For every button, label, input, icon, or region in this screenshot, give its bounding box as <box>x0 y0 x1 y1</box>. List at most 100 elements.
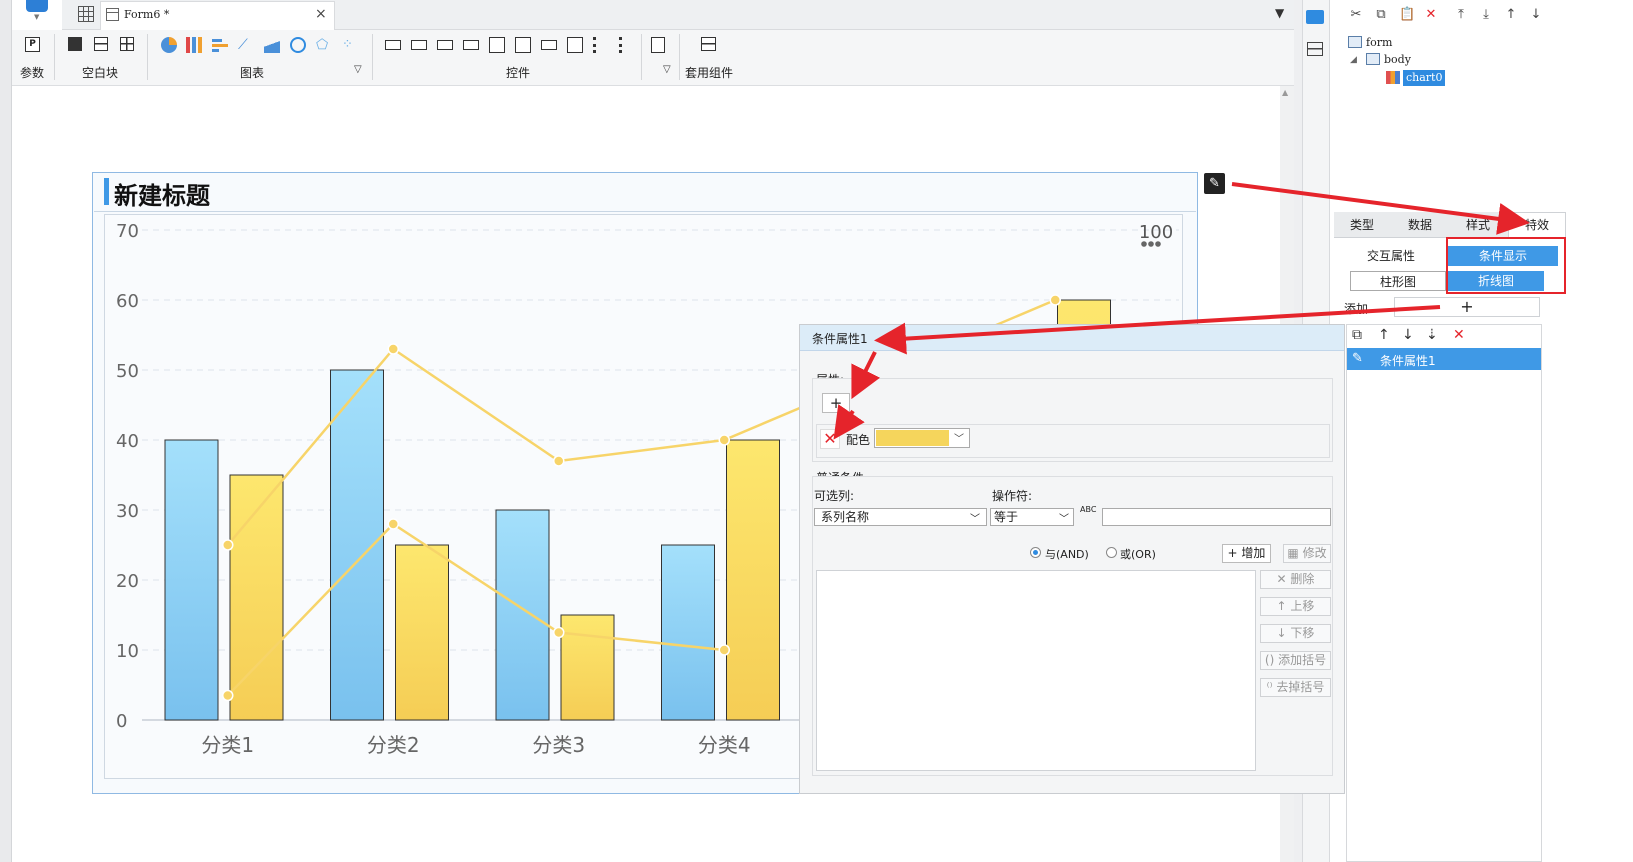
move-up-icon[interactable]: ↑ <box>1378 327 1390 343</box>
button-widget-icon[interactable] <box>385 40 401 50</box>
tree-item-body[interactable]: body <box>1384 53 1411 66</box>
toolbar-divider <box>54 34 55 80</box>
remove-parentheses-button[interactable]: ⁽⁾ 去掉括号 <box>1260 678 1331 697</box>
add-button[interactable]: + 增加 <box>1222 544 1271 563</box>
sort-icon[interactable]: ⇣ <box>1426 327 1438 343</box>
edit-button[interactable]: ▦ 修改 <box>1283 544 1331 563</box>
formula-icon[interactable]: ABC <box>1080 505 1096 514</box>
blank-block-icon[interactable] <box>68 37 82 51</box>
add-property-button[interactable]: + <box>822 393 850 413</box>
condition-list-toolbar <box>1346 324 1542 348</box>
pie-chart-icon[interactable] <box>161 37 177 53</box>
toolbar-group-blank-block: 空白块 <box>82 66 119 80</box>
edit-button-label: 修改 <box>1302 546 1327 560</box>
search-widget-icon[interactable] <box>651 37 665 53</box>
move-down-icon[interactable]: ↓ <box>1529 8 1543 22</box>
tree-item-form[interactable]: form <box>1366 36 1392 49</box>
toolbar-divider <box>147 34 148 80</box>
tab-effects[interactable]: 特效 <box>1525 216 1549 233</box>
gauge-chart-icon[interactable] <box>290 37 306 53</box>
form-node-icon <box>1348 36 1362 48</box>
chevron-down-icon[interactable]: ▼ <box>34 13 39 21</box>
line-point <box>222 539 234 551</box>
multiline-widget-icon[interactable] <box>489 37 505 53</box>
radio-group-icon[interactable] <box>593 37 609 53</box>
add-parentheses-button[interactable]: () 添加括号 <box>1260 651 1331 670</box>
chevron-down-icon[interactable]: ▽ <box>663 64 671 75</box>
date-widget-icon[interactable] <box>515 37 531 53</box>
chevron-down-icon[interactable]: ﹀ <box>954 430 964 445</box>
bar-series-button[interactable]: 柱形图 <box>1350 271 1446 291</box>
tree-item-chart0[interactable]: chart0 <box>1403 70 1446 86</box>
scatter-chart-icon[interactable]: ⁘ <box>342 37 358 53</box>
line-point <box>387 343 399 355</box>
cut-icon[interactable]: ✂ <box>1349 8 1363 22</box>
grid-icon[interactable] <box>78 6 94 22</box>
caret-down-icon[interactable]: ◢ <box>1350 55 1357 65</box>
delete-property-icon[interactable]: ✕ <box>820 429 840 449</box>
y-tick-label: 0 <box>116 711 127 732</box>
chart-node-icon <box>1386 71 1400 84</box>
edit-icon[interactable]: ✎ <box>1204 173 1225 194</box>
tab-type[interactable]: 类型 <box>1350 216 1374 233</box>
radar-chart-icon[interactable]: ⬠ <box>316 37 332 53</box>
tab-style[interactable]: 样式 <box>1466 216 1490 233</box>
move-up-button[interactable]: ↑ 上移 <box>1260 597 1331 616</box>
move-down-button[interactable]: ↓ 下移 <box>1260 624 1331 643</box>
close-icon[interactable]: × <box>315 6 327 22</box>
toolbar-group-components: 套用组件 <box>685 66 734 80</box>
list-widget-icon[interactable] <box>567 37 583 53</box>
column-label: 可选列: <box>814 489 855 503</box>
bar <box>164 439 219 721</box>
paste-icon[interactable]: 📋 <box>1399 8 1415 22</box>
layout-icon[interactable] <box>1307 42 1323 56</box>
line-point <box>1049 294 1061 306</box>
horizontal-bar-icon[interactable] <box>212 37 228 53</box>
remove-parentheses-label: 去掉括号 <box>1276 680 1325 694</box>
bar <box>495 509 550 721</box>
tab-data[interactable]: 数据 <box>1408 216 1432 233</box>
or-radio[interactable] <box>1106 547 1117 558</box>
y-tick-label: 70 <box>116 221 139 242</box>
delete-icon[interactable]: ✕ <box>1453 327 1465 343</box>
scroll-up-icon[interactable]: ▲ <box>1282 88 1288 97</box>
text-widget-icon[interactable] <box>437 40 453 50</box>
component-icon[interactable] <box>701 37 716 51</box>
or-radio-label: 或(OR) <box>1120 548 1156 561</box>
chevron-down-icon[interactable]: ﹀ <box>970 510 980 525</box>
split-block-icon[interactable] <box>94 37 108 51</box>
toolbar-divider <box>372 34 373 80</box>
move-up-icon[interactable]: ↑ <box>1504 8 1518 22</box>
number-widget-icon[interactable] <box>541 40 557 50</box>
add-button-label: 增加 <box>1241 546 1266 560</box>
checkbox-group-icon[interactable] <box>619 37 635 53</box>
widget-settings-icon[interactable] <box>1306 10 1324 24</box>
body-node-icon <box>1366 53 1380 65</box>
area-chart-icon[interactable] <box>264 37 280 53</box>
move-bottom-icon[interactable]: ⤓ <box>1479 8 1493 22</box>
y-tick-label: 30 <box>116 501 139 522</box>
tab-block-icon[interactable] <box>120 37 134 51</box>
label-widget-icon[interactable] <box>411 40 427 50</box>
chevron-down-icon[interactable]: ﹀ <box>1059 510 1069 525</box>
interaction-properties-button[interactable]: 交互属性 <box>1336 246 1446 266</box>
delete-icon[interactable]: ✕ <box>1424 8 1438 22</box>
parameter-icon[interactable]: P <box>25 37 40 52</box>
condition-expression-list[interactable] <box>816 570 1256 771</box>
bar-chart-icon[interactable] <box>186 37 202 53</box>
line-chart-icon[interactable]: ⟋ <box>238 37 254 53</box>
add-condition-button[interactable]: + <box>1394 297 1540 317</box>
chevron-down-icon[interactable]: ▽ <box>354 64 362 75</box>
move-down-icon[interactable]: ↓ <box>1402 327 1414 343</box>
delete-button[interactable]: ✕ 删除 <box>1260 570 1331 589</box>
list-item[interactable] <box>1347 348 1541 370</box>
move-top-icon[interactable]: ⤒ <box>1454 8 1468 22</box>
copy-icon[interactable]: ⧉ <box>1352 327 1362 343</box>
tab-menu-icon[interactable]: ▼ <box>1275 6 1284 20</box>
dropdown-widget-icon[interactable] <box>463 40 479 50</box>
column-select[interactable]: 系列名称 <box>814 508 987 526</box>
bar <box>330 369 384 721</box>
app-logo-icon[interactable] <box>26 0 48 12</box>
value-input[interactable] <box>1102 508 1331 526</box>
copy-icon[interactable]: ⧉ <box>1374 8 1388 22</box>
